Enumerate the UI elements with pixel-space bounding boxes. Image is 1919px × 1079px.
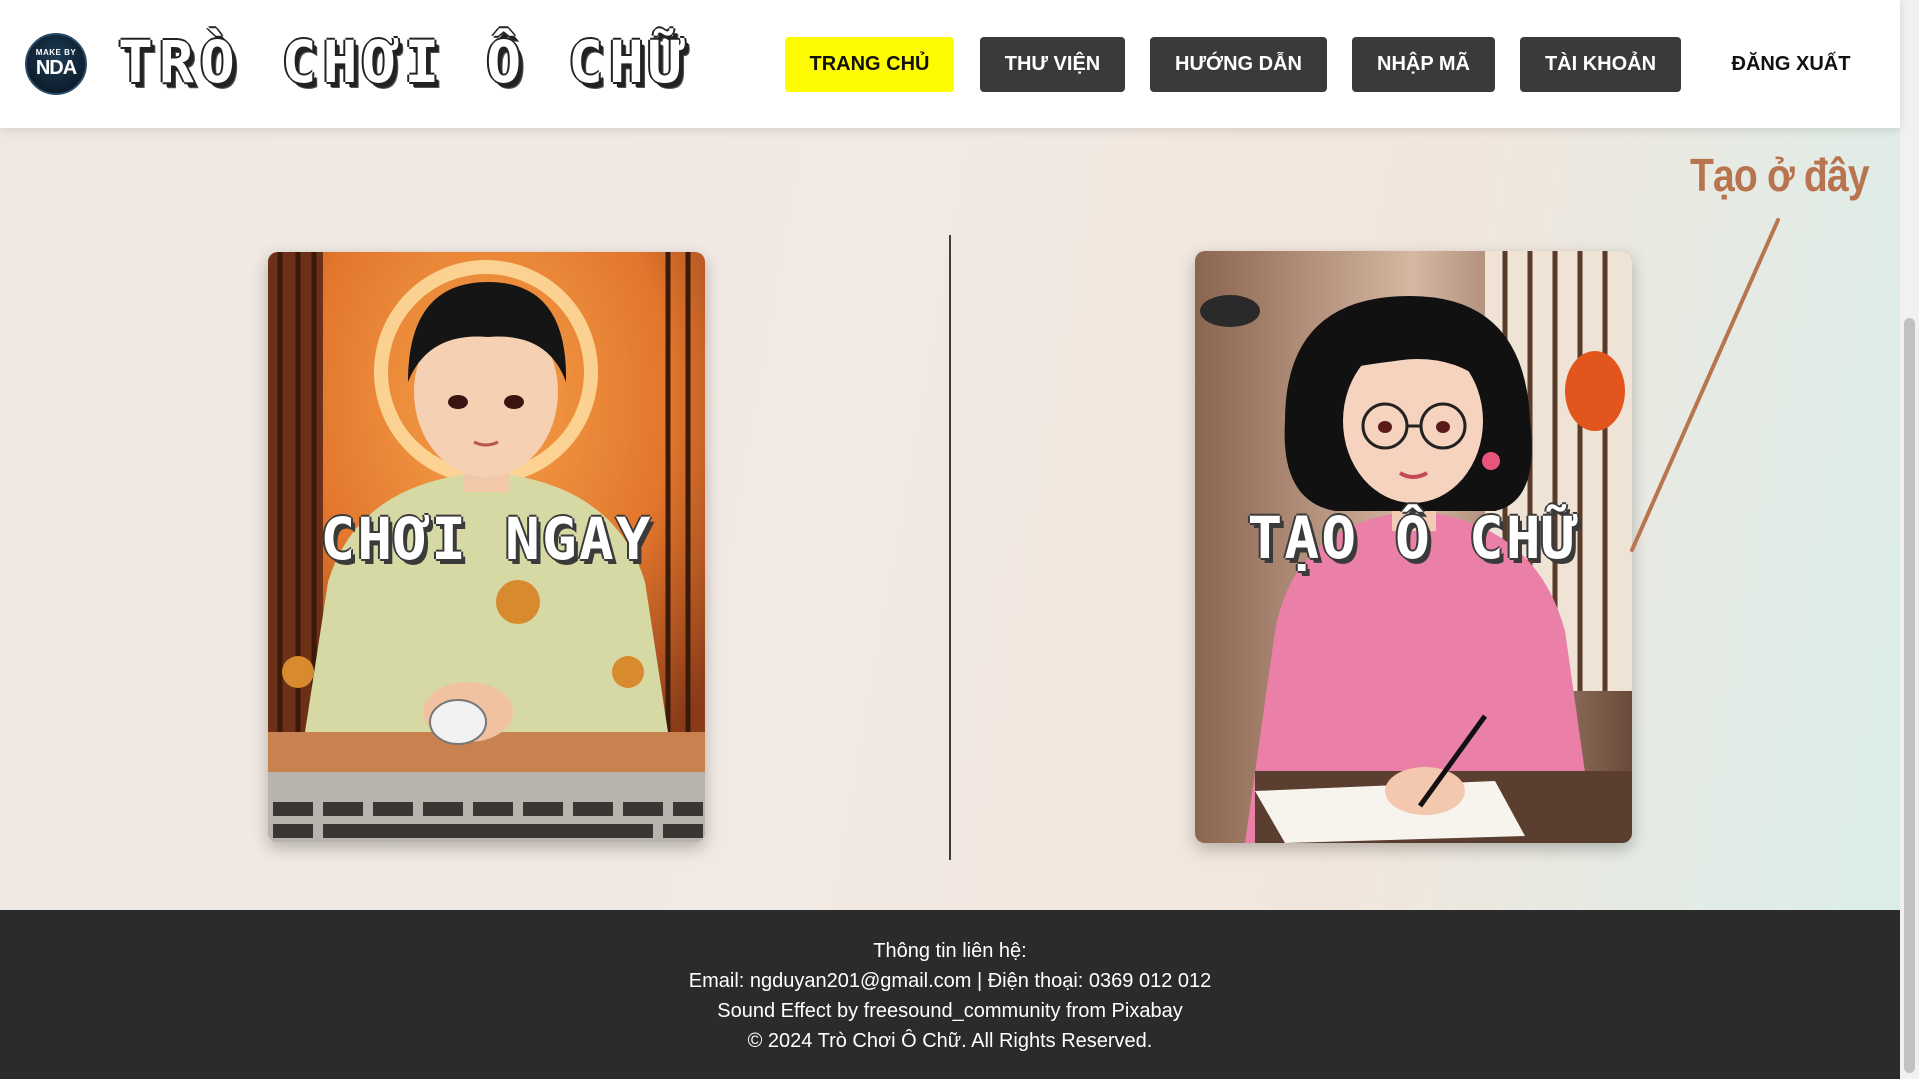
nav-home-button[interactable]: TRANG CHỦ (785, 37, 954, 92)
footer: Thông tin liên hệ: Email: ngduyan201@gma… (0, 910, 1900, 1079)
footer-copyright: © 2024 Trò Chơi Ô Chữ. All Rights Reserv… (747, 1030, 1153, 1052)
footer-contact-details: Email: ngduyan201@gmail.com | Điện thoại… (688, 970, 1212, 992)
play-now-label: CHƠI NGAY (320, 505, 653, 573)
footer-sound-credit: Sound Effect by freesound_community from… (717, 1000, 1183, 1022)
nav-enter-code-button[interactable]: NHẬP MÃ (1352, 37, 1495, 92)
header: MAKE BY NDA TRÒ CHƠI Ô CHỮ TRANG CHỦ THƯ… (0, 0, 1900, 128)
create-crossword-label: TẠO Ô CHỮ (1247, 504, 1580, 572)
logo-main-text: NDA (35, 57, 77, 79)
site-logo[interactable]: MAKE BY NDA (25, 33, 87, 95)
create-crossword-card[interactable]: TẠO Ô CHỮ (1195, 251, 1632, 843)
site-title[interactable]: TRÒ CHƠI Ô CHỮ (118, 28, 691, 96)
page: MAKE BY NDA TRÒ CHƠI Ô CHỮ TRANG CHỦ THƯ… (0, 0, 1900, 1079)
hint-arrow-line (1630, 218, 1780, 552)
play-now-card[interactable]: CHƠI NGAY (268, 252, 705, 842)
nav-logout-button[interactable]: ĐĂNG XUẤT (1706, 37, 1876, 92)
scrollbar-thumb[interactable] (1904, 318, 1915, 1073)
page-scrollbar[interactable] (1900, 0, 1919, 1079)
nav-account-button[interactable]: TÀI KHOẢN (1520, 37, 1681, 92)
card-divider (949, 235, 951, 860)
create-here-hint: Tạo ở đây (1690, 149, 1870, 201)
footer-contact-heading: Thông tin liên hệ: (873, 940, 1027, 962)
nav-library-button[interactable]: THƯ VIỆN (980, 37, 1125, 92)
nav-guide-button[interactable]: HƯỚNG DẪN (1150, 37, 1327, 92)
logo-small-text: MAKE BY (35, 48, 77, 57)
